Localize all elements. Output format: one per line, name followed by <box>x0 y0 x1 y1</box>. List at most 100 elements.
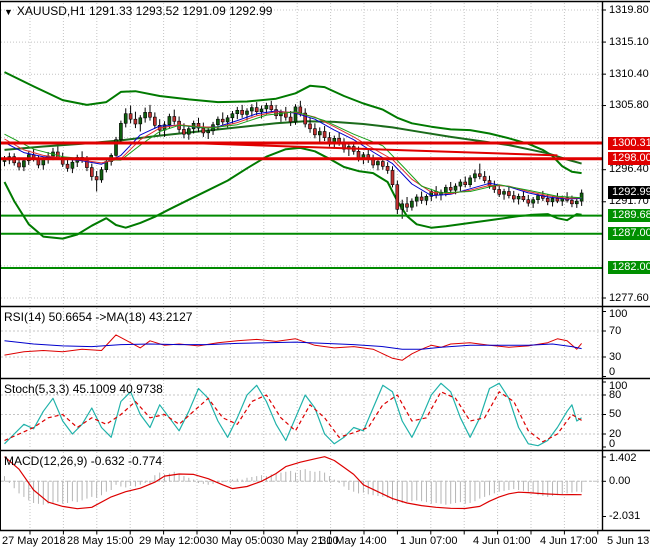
candle-body <box>376 162 379 165</box>
time-axis-label: 5 Jun 13:00 <box>607 535 650 547</box>
candle-body <box>22 161 25 167</box>
candle-body <box>444 187 447 192</box>
candle-body <box>323 132 326 138</box>
indicator-tick-label: 80 <box>609 389 621 401</box>
macd-indicator-label: MACD(12,26,9) -0.632 -0.774 <box>4 454 162 468</box>
indicator-tick-label: 0 <box>609 438 615 450</box>
candle-body <box>575 201 578 204</box>
candle-body <box>410 201 413 207</box>
candle-body <box>119 123 122 139</box>
candle-body <box>512 196 515 199</box>
price-badge-red: 1298.00 <box>608 152 650 165</box>
rsi-indicator-label: RSI(14) 50.6654 ->MA(18) 43.2127 <box>4 310 192 324</box>
time-axis-label: 31 May 14:00 <box>320 535 387 547</box>
symbol-ohlc-text: XAUUSD,H1 1291.33 1293.52 1291.09 1292.9… <box>17 4 273 18</box>
candle-body <box>90 168 93 177</box>
candle-body <box>124 114 127 124</box>
price-badge-black: 1292.99 <box>608 186 650 199</box>
indicator-tick-label: 1.402 <box>609 452 637 464</box>
candle-body <box>299 107 302 113</box>
candle-body <box>570 200 573 203</box>
candle-body <box>313 129 316 135</box>
candle-body <box>473 174 476 178</box>
candle-body <box>71 162 74 168</box>
candle-body <box>537 196 540 200</box>
candle-body <box>289 117 292 122</box>
stoch-indicator-label: Stoch(5,3,3) 45.1009 40.9738 <box>4 382 163 396</box>
candle-body <box>168 117 171 125</box>
price-badge-red: 1300.31 <box>608 137 650 150</box>
candle-body <box>415 197 418 201</box>
candle-body <box>241 110 244 114</box>
indicator-tick-label: 70 <box>609 325 621 337</box>
candle-body <box>372 160 375 166</box>
candle-body <box>309 124 312 129</box>
price-tick-label: 1305.80 <box>609 99 649 111</box>
candle-body <box>153 117 156 125</box>
time-axis-label: 4 Jun 17:00 <box>540 535 598 547</box>
chevron-down-icon: ▼ <box>4 7 13 17</box>
candle-body <box>294 107 297 122</box>
candle-body <box>556 198 559 201</box>
candle-body <box>100 170 103 180</box>
time-axis-label: 30 May 05:00 <box>206 535 273 547</box>
candle-body <box>381 162 384 167</box>
price-tick-label: 1319.80 <box>609 4 649 16</box>
candle-body <box>18 163 21 167</box>
indicator-tick-label: -2.031 <box>609 510 640 522</box>
indicator-tick-label: 100 <box>609 308 627 320</box>
candle-body <box>401 204 404 210</box>
candle-body <box>551 198 554 201</box>
price-badge-green: 1282.00 <box>608 261 650 274</box>
candle-body <box>260 109 263 112</box>
candle-body <box>144 112 147 118</box>
candle-body <box>3 160 6 161</box>
candle-body <box>250 108 253 111</box>
time-axis-label: 27 May 2018 <box>2 535 66 547</box>
indicator-tick-label: 0 <box>609 366 615 378</box>
candle-body <box>318 132 321 135</box>
candle-body <box>507 192 510 196</box>
candle-body <box>202 128 205 133</box>
candle-body <box>66 164 69 168</box>
candle-body <box>221 119 224 122</box>
candle-body <box>478 174 481 177</box>
candle-body <box>469 178 472 185</box>
candle-body <box>246 111 249 114</box>
candle-body <box>207 131 210 133</box>
rsi-line <box>5 335 582 360</box>
price-badge-green: 1289.68 <box>608 209 650 222</box>
candle-body <box>134 119 137 124</box>
price-tick-label: 1310.40 <box>609 68 649 80</box>
candle-body <box>226 118 229 122</box>
candle-body <box>459 182 462 186</box>
candle-body <box>420 197 423 200</box>
candle-body <box>231 114 234 118</box>
candle-body <box>182 129 185 134</box>
candle-body <box>255 108 258 112</box>
candle-body <box>139 118 142 124</box>
candle-body <box>173 117 176 122</box>
symbol-title[interactable]: ▼ XAUUSD,H1 1291.33 1293.52 1291.09 1292.… <box>4 4 272 18</box>
candle-body <box>129 114 132 120</box>
candle-body <box>449 187 452 190</box>
candle-body <box>396 185 399 210</box>
candle-body <box>406 204 409 207</box>
price-badge-green: 1287.00 <box>608 227 650 240</box>
price-tick-label: 1277.60 <box>609 292 649 304</box>
indicator-tick-label: 30 <box>609 351 621 363</box>
candle-body <box>357 151 360 158</box>
candle-body <box>187 129 190 135</box>
rsi-ma-line <box>5 341 582 349</box>
time-axis-label: 4 Jun 01:00 <box>473 535 531 547</box>
candle-body <box>483 177 486 181</box>
candle-body <box>580 193 583 201</box>
trading-chart-window: ▼ XAUUSD,H1 1291.33 1293.52 1291.09 1292.… <box>0 0 650 550</box>
time-axis-label: 28 May 15:00 <box>67 535 134 547</box>
candle-body <box>391 170 394 184</box>
candle-body <box>532 200 535 203</box>
candle-body <box>149 112 152 117</box>
candle-body <box>464 182 467 185</box>
indicator-tick-label: 0.00 <box>609 475 630 487</box>
candle-body <box>546 198 549 201</box>
